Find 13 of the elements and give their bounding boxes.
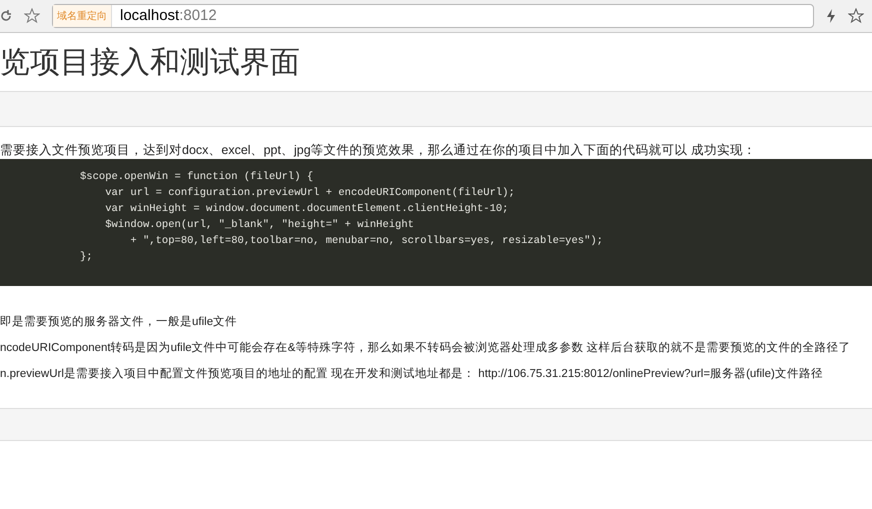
star-icon[interactable]	[24, 8, 40, 24]
code-block: $scope.openWin = function (fileUrl) { var url = configuration.previewUrl + encodeURIComponent(fileUrl); var winHeight = window.document.documentElement.clientHeight-10; $window.open(url, "_blank", "height=" + winHeight + ",top=80,left=80,toolbar=no, menubar=no, scrollbars=yes, resizable=yes"); };	[0, 159, 872, 286]
address-bar[interactable]: 域名重定向 localhost:8012	[52, 4, 814, 28]
page-title: 览项目接入和测试界面	[0, 44, 301, 80]
note-text: 即是需要预览的服务器文件，一般是ufile文件	[0, 314, 238, 330]
url-text: localhost:8012	[120, 6, 217, 26]
note-text: n.previewUrl是需要接入项目中配置文件预览项目的地址的配置 现在开发和测试地址都是： http://106.75.31.215:8012/onlinePreview?url=服务器(ufile)文件路径	[0, 366, 824, 382]
note-text: ncodeURIComponent转码是因为ufile文件中可能会存在&等特殊字符，那么如果不转码会被浏览器处理成多参数 这样后台获取的就不是需要预览的文件的全路径了	[0, 340, 852, 356]
star-icon[interactable]	[848, 8, 864, 24]
lightning-icon[interactable]	[826, 9, 836, 23]
redirect-badge: 域名重定向	[53, 5, 112, 27]
reload-icon[interactable]	[0, 10, 12, 22]
intro-text: 需要接入文件预览项目，达到对docx、excel、ppt、jpg等文件的预览效果，那么通过在你的项目中加入下面的代码就可以 成功实现：	[0, 142, 758, 159]
